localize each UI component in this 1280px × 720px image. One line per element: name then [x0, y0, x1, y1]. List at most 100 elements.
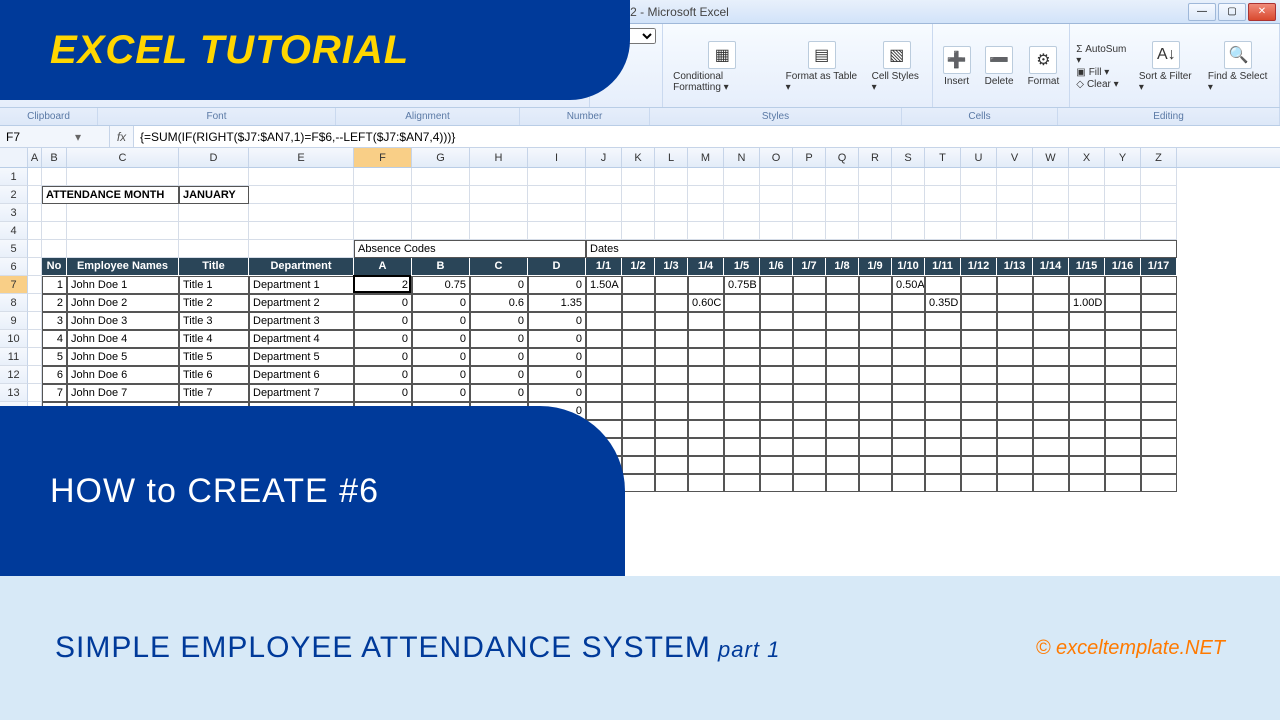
- cell-date[interactable]: [1069, 366, 1105, 384]
- table-header-1/2[interactable]: 1/2: [622, 258, 655, 276]
- cell-date[interactable]: [622, 330, 655, 348]
- cell-date[interactable]: [997, 438, 1033, 456]
- cell-U3[interactable]: [961, 204, 997, 222]
- cell-date[interactable]: 1.00D: [1069, 294, 1105, 312]
- cell-Q3[interactable]: [826, 204, 859, 222]
- cell-date[interactable]: [760, 330, 793, 348]
- cell-date[interactable]: [724, 330, 760, 348]
- cell-date[interactable]: [793, 420, 826, 438]
- cell-date[interactable]: [1033, 294, 1069, 312]
- cell-date[interactable]: [655, 420, 688, 438]
- cell-H3[interactable]: [470, 204, 528, 222]
- cell-date[interactable]: [586, 348, 622, 366]
- cell-Y2[interactable]: [1105, 186, 1141, 204]
- cell-date[interactable]: [1141, 294, 1177, 312]
- cell-date[interactable]: [925, 276, 961, 294]
- cell-T4[interactable]: [925, 222, 961, 240]
- table-header-C[interactable]: C: [470, 258, 528, 276]
- cell-date[interactable]: [892, 366, 925, 384]
- delete-button[interactable]: ➖Delete: [981, 44, 1018, 89]
- cell-date[interactable]: [622, 384, 655, 402]
- cell-date[interactable]: [826, 438, 859, 456]
- cell-date[interactable]: [1105, 330, 1141, 348]
- cell-date[interactable]: [688, 402, 724, 420]
- cell-date[interactable]: [997, 348, 1033, 366]
- cell-D3[interactable]: [179, 204, 249, 222]
- cell-date[interactable]: [760, 366, 793, 384]
- column-header-F[interactable]: F: [354, 148, 412, 167]
- cell-code[interactable]: 0: [528, 348, 586, 366]
- cell-date[interactable]: [760, 294, 793, 312]
- table-header-Title[interactable]: Title: [179, 258, 249, 276]
- cell-date[interactable]: [859, 384, 892, 402]
- row-header-3[interactable]: 3: [0, 204, 28, 222]
- cell-date[interactable]: [1141, 330, 1177, 348]
- cell-Z3[interactable]: [1141, 204, 1177, 222]
- cell-code[interactable]: 0.6: [470, 294, 528, 312]
- cell-date[interactable]: [724, 402, 760, 420]
- cell-date[interactable]: [859, 438, 892, 456]
- cell-date[interactable]: [760, 402, 793, 420]
- cell-J4[interactable]: [586, 222, 622, 240]
- cell-S2[interactable]: [892, 186, 925, 204]
- cell-date[interactable]: [961, 348, 997, 366]
- cell-date[interactable]: 0.35D: [925, 294, 961, 312]
- cell-no[interactable]: 4: [42, 330, 67, 348]
- row-header-6[interactable]: 6: [0, 258, 28, 276]
- row-header-10[interactable]: 10: [0, 330, 28, 348]
- cell-A8[interactable]: [28, 294, 42, 312]
- cell-date[interactable]: [1141, 384, 1177, 402]
- cell-title[interactable]: Title 3: [179, 312, 249, 330]
- cell-date[interactable]: [826, 330, 859, 348]
- cell-date[interactable]: [724, 384, 760, 402]
- cell-dept[interactable]: Department 1: [249, 276, 354, 294]
- row-header-7[interactable]: 7: [0, 276, 28, 294]
- cell-date[interactable]: [622, 420, 655, 438]
- cell-date[interactable]: [622, 312, 655, 330]
- cell-date[interactable]: [826, 348, 859, 366]
- cell-Q4[interactable]: [826, 222, 859, 240]
- cell-code[interactable]: 0: [528, 276, 586, 294]
- cell-X4[interactable]: [1069, 222, 1105, 240]
- cell-S3[interactable]: [892, 204, 925, 222]
- cell-A9[interactable]: [28, 312, 42, 330]
- cell-date[interactable]: [859, 420, 892, 438]
- cell-date[interactable]: [1141, 438, 1177, 456]
- cell-date[interactable]: [655, 348, 688, 366]
- cell-dept[interactable]: Department 7: [249, 384, 354, 402]
- cell-code[interactable]: 0: [354, 312, 412, 330]
- cell-date[interactable]: [997, 420, 1033, 438]
- cell-date[interactable]: [1033, 312, 1069, 330]
- cell-E4[interactable]: [249, 222, 354, 240]
- cell-no[interactable]: 5: [42, 348, 67, 366]
- cell-date[interactable]: [1069, 402, 1105, 420]
- cell-code[interactable]: 0: [528, 330, 586, 348]
- cell-title[interactable]: Title 4: [179, 330, 249, 348]
- cell-N3[interactable]: [724, 204, 760, 222]
- cell-date[interactable]: [622, 294, 655, 312]
- cell-A1[interactable]: [28, 168, 42, 186]
- cell-K3[interactable]: [622, 204, 655, 222]
- column-header-M[interactable]: M: [688, 148, 724, 167]
- column-header-O[interactable]: O: [760, 148, 793, 167]
- cell-M4[interactable]: [688, 222, 724, 240]
- cell-A12[interactable]: [28, 366, 42, 384]
- cell-date[interactable]: [892, 384, 925, 402]
- column-header-Z[interactable]: Z: [1141, 148, 1177, 167]
- cell-date[interactable]: [688, 330, 724, 348]
- cell-dept[interactable]: Department 6: [249, 366, 354, 384]
- cell-date[interactable]: [1069, 384, 1105, 402]
- cell-L3[interactable]: [655, 204, 688, 222]
- cell-O4[interactable]: [760, 222, 793, 240]
- cell-date[interactable]: [892, 294, 925, 312]
- cell-U4[interactable]: [961, 222, 997, 240]
- row-header-13[interactable]: 13: [0, 384, 28, 402]
- cell-code[interactable]: 0: [354, 366, 412, 384]
- cell-Y1[interactable]: [1105, 168, 1141, 186]
- fill-button[interactable]: ▣ Fill ▾: [1076, 67, 1129, 78]
- cell-date[interactable]: [997, 312, 1033, 330]
- cell-O3[interactable]: [760, 204, 793, 222]
- cell-Y4[interactable]: [1105, 222, 1141, 240]
- cell-date[interactable]: [793, 348, 826, 366]
- cell-date[interactable]: [793, 294, 826, 312]
